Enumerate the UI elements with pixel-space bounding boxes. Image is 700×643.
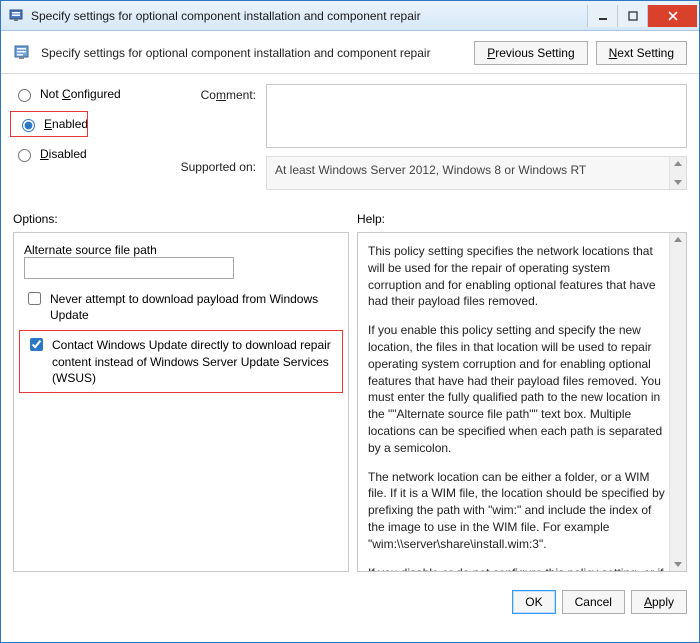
window-buttons (587, 5, 697, 27)
supported-on-text: At least Windows Server 2012, Windows 8 … (275, 163, 586, 177)
comment-label: Comment: (168, 84, 256, 148)
options-label: Options: (13, 212, 349, 226)
supported-on-box: At least Windows Server 2012, Windows 8 … (266, 156, 687, 190)
scrollbar-stub (669, 157, 686, 189)
radio-enabled[interactable]: Enabled (13, 114, 85, 134)
never-download-checkbox[interactable]: Never attempt to download payload from W… (24, 291, 338, 323)
header-description: Specify settings for optional component … (41, 46, 466, 60)
close-button[interactable] (647, 5, 697, 27)
maximize-button[interactable] (617, 5, 647, 27)
contact-wu-checkbox[interactable]: Contact Windows Update directly to downl… (24, 335, 338, 388)
previous-setting-button[interactable]: Previous Setting (474, 41, 587, 65)
dialog-footer: OK Cancel Apply (1, 580, 699, 626)
app-icon (9, 8, 25, 24)
titlebar: Specify settings for optional component … (1, 1, 699, 31)
apply-button[interactable]: Apply (631, 590, 687, 614)
cancel-button[interactable]: Cancel (562, 590, 625, 614)
supported-label: Supported on: (168, 156, 256, 190)
alt-source-path-input[interactable] (24, 257, 234, 279)
minimize-button[interactable] (587, 5, 617, 27)
section-labels: Options: Help: (1, 204, 699, 232)
comment-textarea[interactable] (266, 84, 687, 148)
top-grid: Not Configured Enabled Disabled Comment:… (1, 74, 699, 204)
help-label: Help: (357, 212, 385, 226)
gpedit-dialog: Specify settings for optional component … (0, 0, 700, 643)
alt-source-path-label: Alternate source file path (24, 243, 338, 257)
help-pane: This policy setting specifies the networ… (357, 232, 687, 572)
window-title: Specify settings for optional component … (31, 9, 587, 23)
radio-not-configured[interactable]: Not Configured (13, 86, 158, 102)
next-setting-button[interactable]: Next Setting (596, 41, 687, 65)
radio-disabled[interactable]: Disabled (13, 146, 158, 162)
options-pane: Alternate source file path Never attempt… (13, 232, 349, 572)
header-row: Specify settings for optional component … (1, 31, 699, 74)
help-scrollbar[interactable] (669, 233, 686, 571)
ok-button[interactable]: OK (512, 590, 555, 614)
help-text: This policy setting specifies the networ… (368, 243, 666, 572)
panes: Alternate source file path Never attempt… (1, 232, 699, 580)
policy-icon (13, 43, 33, 63)
